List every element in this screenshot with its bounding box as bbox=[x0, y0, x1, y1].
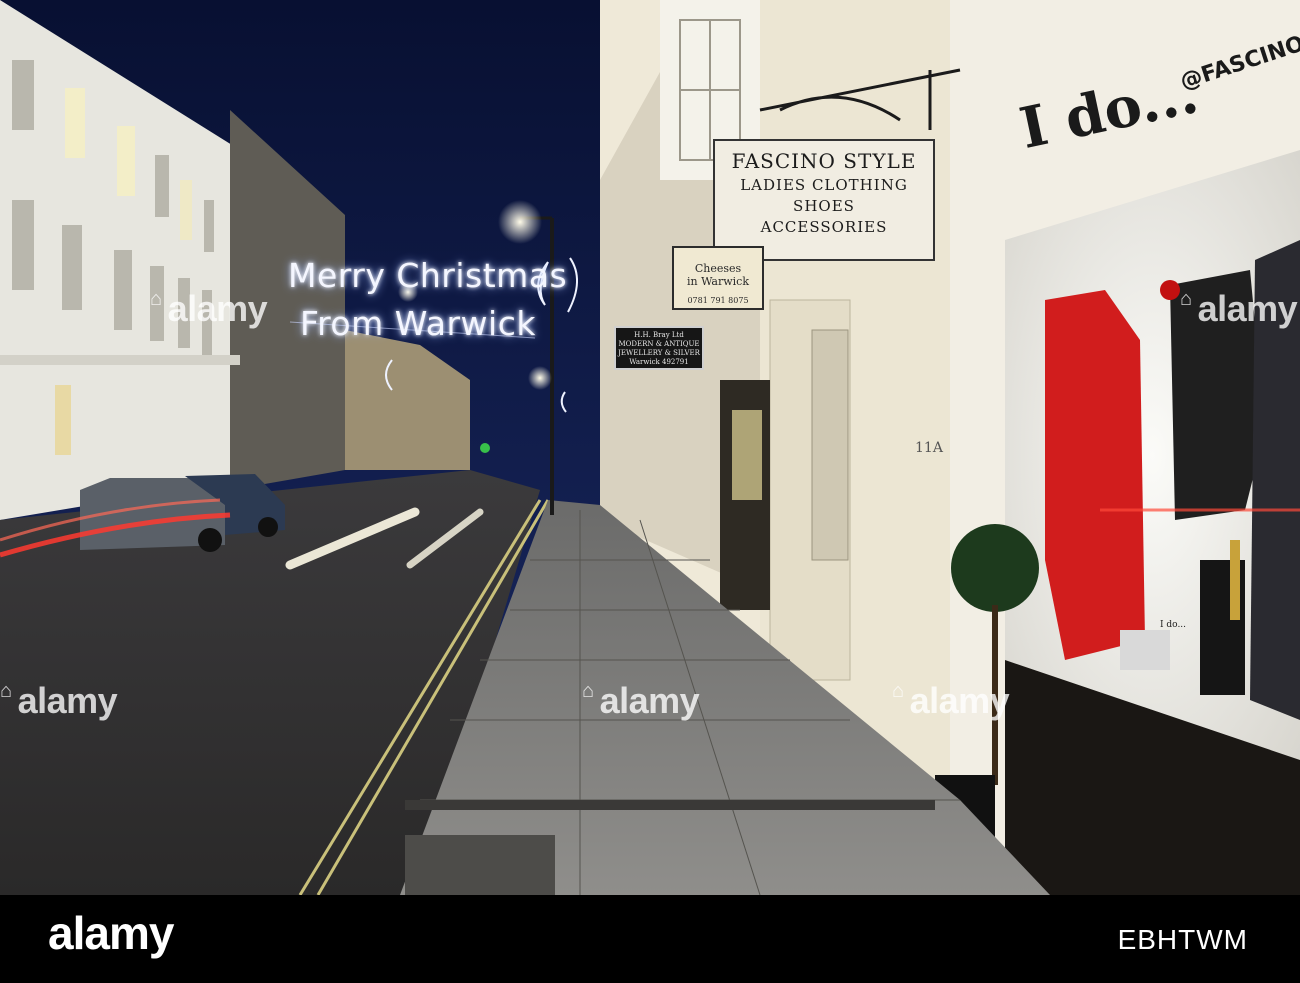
cheese-sign-line-1: Cheeses bbox=[694, 262, 742, 275]
sign-line-3: SHOES bbox=[793, 197, 855, 215]
sign-line-1: FASCINO STYLE bbox=[731, 149, 917, 173]
red-dress bbox=[1045, 290, 1145, 660]
topiary-tree bbox=[951, 524, 1039, 612]
jewel-sign-line-1: H.H. Bray Ltd bbox=[634, 331, 684, 339]
watermark-logo-icon: ⌂ bbox=[582, 680, 594, 702]
jewellery-shop-sign: H.H. Bray Ltd MODERN & ANTIQUE JEWELLERY… bbox=[614, 326, 704, 370]
image-id: EBHTWM bbox=[1117, 924, 1248, 955]
jeweller-window-glow bbox=[732, 410, 762, 500]
watermark-logo-icon: ⌂ bbox=[892, 680, 904, 702]
watermark: ⌂ alamy bbox=[150, 288, 268, 329]
watermark: ⌂ alamy bbox=[0, 680, 118, 721]
cheese-shop-sign: Cheeses in Warwick 0781 791 8075 bbox=[672, 246, 764, 310]
stock-brand-logo: alamy bbox=[48, 907, 174, 959]
watermark-logo-icon: ⌂ bbox=[1180, 288, 1192, 310]
bottle-display bbox=[1230, 540, 1240, 620]
gift-box bbox=[1120, 630, 1170, 670]
bauble-ornament bbox=[1160, 280, 1180, 300]
car-wheel bbox=[198, 528, 222, 552]
jewel-sign-line-3: JEWELLERY & SILVER bbox=[618, 349, 700, 357]
jewel-sign-line-2: MODERN & ANTIQUE bbox=[618, 340, 700, 348]
watermark: ⌂ alamy bbox=[892, 680, 1010, 721]
watermark-logo-icon: ⌂ bbox=[0, 680, 12, 702]
stock-footer-bar bbox=[0, 895, 1300, 983]
jewel-sign-line-4: Warwick 492791 bbox=[629, 358, 689, 366]
street-lamp-glow bbox=[498, 200, 542, 244]
door-number: 11A bbox=[915, 440, 943, 456]
car-wheel-2 bbox=[258, 517, 278, 537]
cheese-shop-door bbox=[811, 329, 849, 561]
street-lamp-glow-2 bbox=[528, 366, 552, 390]
traffic-light-green bbox=[480, 443, 490, 453]
sign-line-4: ACCESSORIES bbox=[760, 218, 888, 236]
christmas-lights-line1: Merry Christmas bbox=[288, 256, 568, 295]
left-cornice bbox=[0, 355, 240, 365]
window-tag: I do... bbox=[1160, 620, 1187, 630]
street-photo: Merry Christmas From Warwick FASCINO STY… bbox=[0, 0, 1300, 895]
drain-channel bbox=[405, 800, 935, 810]
watermark: ⌂ alamy bbox=[1180, 288, 1298, 329]
cheese-sign-line-2: in Warwick bbox=[686, 275, 750, 288]
sign-line-2: LADIES CLOTHING bbox=[740, 176, 908, 194]
fascino-style-sign: FASCINO STYLE LADIES CLOTHING SHOES ACCE… bbox=[713, 139, 935, 261]
watermark-logo-icon: ⌂ bbox=[150, 288, 162, 310]
christmas-lights-line2: From Warwick bbox=[300, 304, 536, 343]
watermark: ⌂ alamy bbox=[582, 680, 700, 721]
drain-cover bbox=[405, 835, 555, 895]
cheese-sign-phone: 0781 791 8075 bbox=[687, 296, 749, 305]
